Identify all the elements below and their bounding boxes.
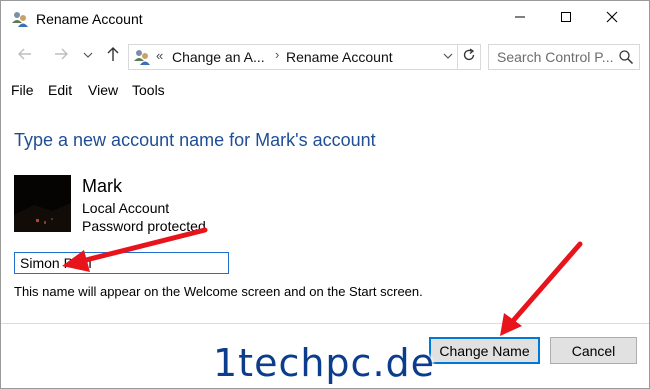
menu-edit[interactable]: Edit xyxy=(48,82,72,98)
menu-view[interactable]: View xyxy=(88,82,118,98)
search-box[interactable] xyxy=(488,44,640,70)
chevron-down-icon xyxy=(83,47,93,65)
forward-button[interactable] xyxy=(51,46,71,66)
name-hint-text: This name will appear on the Welcome scr… xyxy=(14,284,423,299)
change-name-button[interactable]: Change Name xyxy=(429,337,540,364)
recent-locations-button[interactable] xyxy=(81,46,95,66)
menu-tools[interactable]: Tools xyxy=(132,82,165,98)
account-password-status: Password protected xyxy=(82,218,206,234)
menu-file[interactable]: File xyxy=(11,82,34,98)
breadcrumb-overflow[interactable]: « xyxy=(156,48,163,63)
back-button[interactable] xyxy=(15,46,35,66)
close-icon xyxy=(606,10,618,28)
breadcrumb-separator[interactable]: › xyxy=(275,47,279,62)
close-button[interactable] xyxy=(589,1,635,37)
title-bar: Rename Account xyxy=(1,1,649,37)
user-accounts-icon xyxy=(11,10,29,28)
cancel-button[interactable]: Cancel xyxy=(550,337,637,364)
address-bar[interactable]: « Change an A... › Rename Account xyxy=(128,44,481,70)
footer-divider xyxy=(1,323,649,324)
address-dropdown-button[interactable] xyxy=(440,45,456,69)
new-account-name-input[interactable] xyxy=(14,252,229,274)
minimize-icon xyxy=(514,10,526,28)
breadcrumb-rename-account[interactable]: Rename Account xyxy=(286,49,393,65)
watermark-text: 1techpc.de xyxy=(213,341,436,385)
account-type: Local Account xyxy=(82,200,170,216)
user-accounts-icon xyxy=(133,48,151,66)
chevron-down-icon xyxy=(443,48,453,66)
breadcrumb-change-account[interactable]: Change an A... xyxy=(172,49,265,65)
refresh-button[interactable] xyxy=(457,45,480,69)
rename-account-window: Rename Account « Change an A... › Rename… xyxy=(0,0,650,389)
window-title: Rename Account xyxy=(36,11,143,27)
menu-bar: File Edit View Tools xyxy=(1,79,649,101)
account-name: Mark xyxy=(82,176,122,196)
up-button[interactable] xyxy=(103,46,123,66)
refresh-icon xyxy=(462,47,476,67)
arrow-left-icon xyxy=(17,46,33,67)
search-icon[interactable] xyxy=(618,49,634,65)
maximize-icon xyxy=(560,10,572,28)
page-title: Type a new account name for Mark's accou… xyxy=(14,130,376,150)
arrow-up-icon xyxy=(105,46,121,67)
arrow-right-icon xyxy=(53,46,69,67)
search-input[interactable] xyxy=(489,45,617,69)
navigation-bar: « Change an A... › Rename Account xyxy=(1,39,649,75)
minimize-button[interactable] xyxy=(497,1,543,37)
avatar xyxy=(14,175,71,232)
maximize-button[interactable] xyxy=(543,1,589,37)
